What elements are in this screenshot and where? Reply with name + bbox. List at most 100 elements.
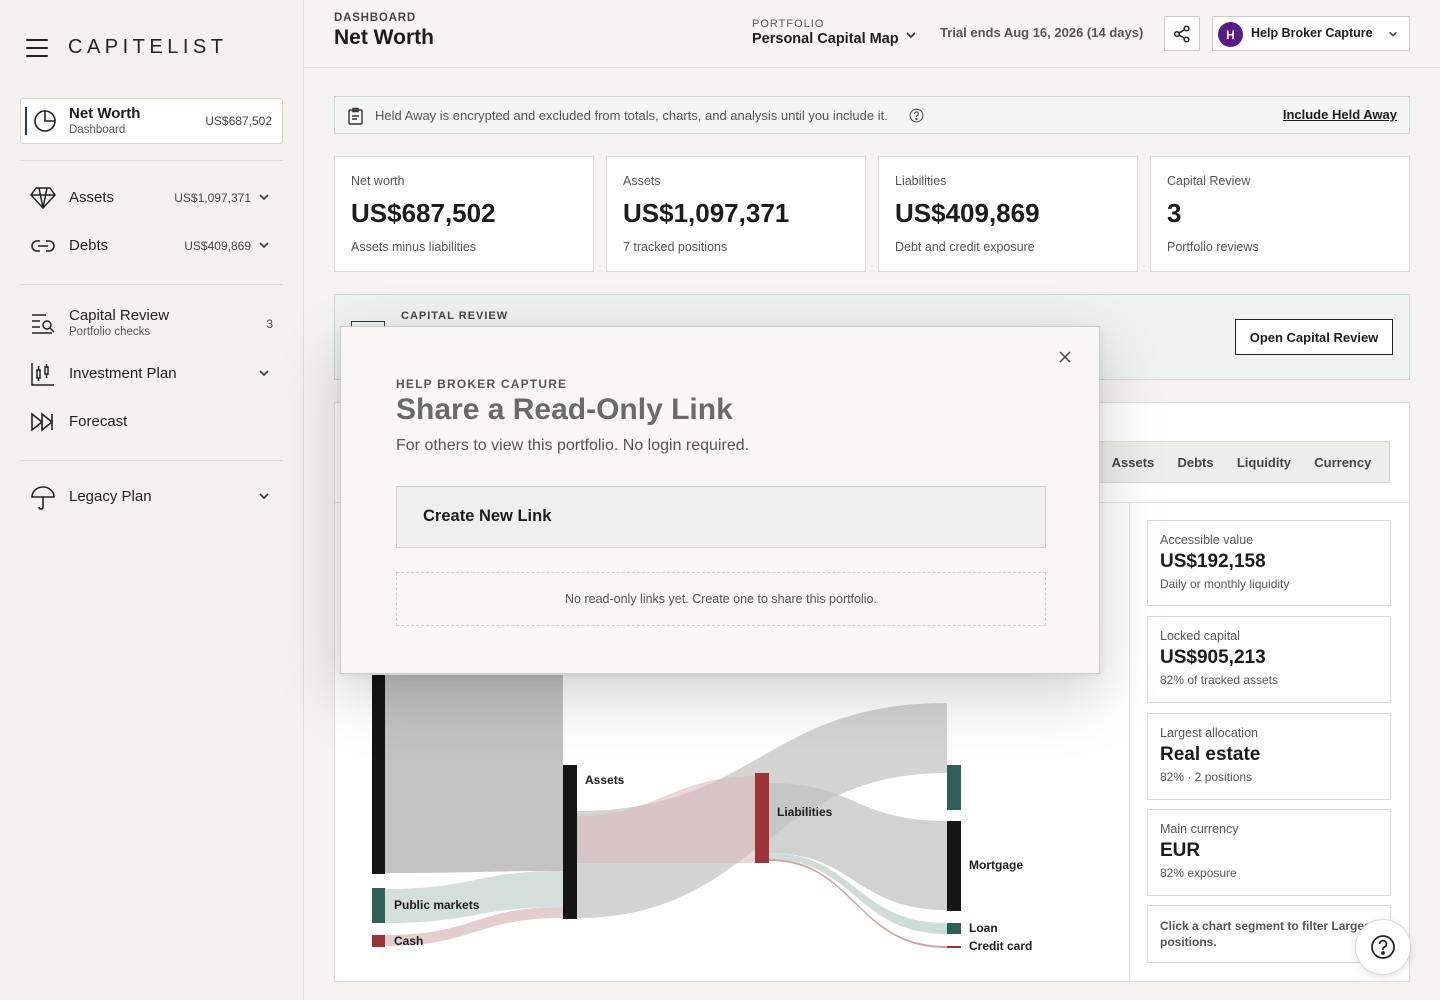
sidebar-item-label: Forecast — [69, 413, 128, 430]
node-mortgage[interactable] — [947, 821, 961, 911]
sidebar-item-label: Capital Review — [69, 307, 170, 324]
insight-label: Largest allocation — [1160, 726, 1258, 740]
share-link-modal: HELP BROKER CAPTURE Share a Read-Only Li… — [340, 326, 1100, 674]
insight-card-largest-allocation[interactable]: Largest allocation Real estate 82% · 2 p… — [1147, 713, 1391, 800]
tab-liquidity[interactable]: Liquidity — [1237, 455, 1291, 470]
divider — [1129, 503, 1130, 983]
include-held-away-link[interactable]: Include Held Away — [1283, 107, 1397, 122]
sidebar-item-debts[interactable]: Debts US$409,869 — [20, 226, 283, 266]
node-label-public-markets: Public markets — [394, 898, 480, 912]
banner-eyebrow: CAPITAL REVIEW — [401, 310, 509, 322]
insight-label: Locked capital — [1160, 629, 1240, 643]
stat-sublabel: Portfolio reviews — [1167, 240, 1259, 254]
chevron-down-icon[interactable] — [257, 489, 271, 503]
node-net-worth[interactable] — [947, 765, 961, 810]
count-badge: 3 — [266, 317, 273, 331]
sidebar-item-forecast[interactable]: Forecast — [20, 402, 283, 442]
umbrella-icon — [31, 486, 55, 510]
modal-title: Share a Read-Only Link — [396, 393, 733, 426]
divider — [20, 460, 283, 461]
help-button[interactable] — [1355, 919, 1411, 975]
node-assets[interactable] — [563, 765, 577, 919]
stat-label: Liabilities — [895, 174, 947, 188]
logo[interactable]: CAPITELIST — [68, 36, 227, 59]
sidebar-item-capital-review[interactable]: Capital Review Portfolio checks 3 — [20, 300, 283, 344]
chevron-down-icon[interactable] — [257, 190, 271, 204]
help-circle-icon[interactable] — [909, 108, 924, 123]
tab-assets[interactable]: Assets — [1112, 455, 1155, 470]
user-menu-button[interactable]: H Help Broker Capture — [1212, 16, 1410, 51]
chart-tabs: Assets Debts Liquidity Currency — [1093, 441, 1390, 483]
flow-assets-to-liabilities[interactable] — [577, 776, 755, 863]
notice-text: Held Away is encrypted and excluded from… — [375, 108, 888, 123]
stat-value: 3 — [1167, 198, 1182, 228]
open-capital-review-button[interactable]: Open Capital Review — [1235, 319, 1393, 355]
insight-card-accessible-value[interactable]: Accessible value US$192,158 Daily or mon… — [1147, 520, 1391, 606]
sidebar-item-sublabel: Dashboard — [69, 124, 126, 136]
link-icon — [31, 240, 55, 252]
node-public-markets[interactable] — [372, 888, 385, 923]
diamond-icon — [30, 187, 56, 210]
close-icon — [1059, 351, 1071, 363]
tab-currency[interactable]: Currency — [1314, 455, 1371, 470]
share-button[interactable] — [1164, 16, 1200, 51]
node-cash[interactable] — [372, 935, 385, 947]
portfolio-selector[interactable]: Personal Capital Map — [752, 31, 899, 47]
stat-sublabel: Assets minus liabilities — [351, 240, 477, 254]
sidebar-item-amount: US$1,097,371 — [174, 191, 251, 205]
stat-card-net-worth: Net worth US$687,502 Assets minus liabil… — [334, 156, 594, 272]
chevron-down-icon[interactable] — [904, 28, 918, 42]
share-icon — [1173, 24, 1190, 43]
chart-hint-card: Click a chart segment to filter Largest … — [1147, 905, 1391, 963]
close-button[interactable] — [1057, 349, 1073, 365]
clipboard-lock-icon — [348, 107, 363, 125]
held-away-notice: Held Away is encrypted and excluded from… — [334, 96, 1410, 134]
stat-value: US$687,502 — [351, 198, 496, 228]
stat-sublabel: Debt and credit exposure — [895, 240, 1035, 254]
node-liabilities[interactable] — [755, 773, 769, 863]
insight-sublabel: 82% · 2 positions — [1160, 770, 1253, 784]
trial-status: Trial ends Aug 16, 2026 (14 days) — [940, 25, 1144, 40]
node-loan[interactable] — [947, 923, 961, 934]
stat-card-capital-review: Capital Review 3 Portfolio reviews — [1150, 156, 1410, 272]
divider — [20, 160, 283, 161]
chart-hint-text: Click a chart segment to filter Largest … — [1160, 919, 1375, 949]
stat-label: Net worth — [351, 174, 405, 188]
chevron-down-icon[interactable] — [257, 238, 271, 252]
page-eyebrow: DASHBOARD — [334, 12, 416, 24]
insight-label: Accessible value — [1160, 533, 1254, 547]
insight-value: Real estate — [1160, 744, 1261, 765]
node-label-liabilities: Liabilities — [777, 805, 833, 819]
candlestick-icon — [31, 363, 54, 386]
stat-value: US$1,097,371 — [623, 198, 790, 228]
node-credit-card[interactable] — [947, 946, 961, 948]
create-new-link-button[interactable]: Create New Link — [396, 486, 1046, 548]
help-circle-icon — [1371, 935, 1395, 959]
stat-label: Capital Review — [1167, 174, 1251, 188]
sidebar-item-assets[interactable]: Assets US$1,097,371 — [20, 178, 283, 218]
insight-card-locked-capital[interactable]: Locked capital US$905,213 82% of tracked… — [1147, 616, 1391, 703]
sidebar-item-legacy-plan[interactable]: Legacy Plan — [20, 477, 283, 517]
pie-chart-icon — [34, 110, 56, 132]
sidebar-item-amount: US$409,869 — [184, 239, 251, 253]
sidebar-item-net-worth[interactable]: Net Worth Dashboard US$687,502 — [20, 98, 283, 144]
page-title: Net Worth — [334, 26, 434, 49]
node-real-estate[interactable] — [372, 675, 385, 874]
fast-forward-icon — [31, 412, 54, 432]
divider — [20, 284, 283, 285]
list-search-icon — [32, 314, 55, 334]
portfolio-eyebrow: PORTFOLIO — [752, 18, 825, 30]
menu-icon[interactable] — [26, 38, 48, 57]
sidebar-item-sublabel: Portfolio checks — [69, 326, 151, 338]
sidebar-item-investment-plan[interactable]: Investment Plan — [20, 354, 283, 394]
insight-card-main-currency[interactable]: Main currency EUR 82% exposure — [1147, 809, 1391, 896]
flow-real-estate-to-assets[interactable] — [385, 675, 563, 873]
chevron-down-icon[interactable] — [257, 366, 271, 380]
chevron-down-icon — [1389, 31, 1397, 37]
sidebar-item-label: Assets — [69, 189, 115, 206]
node-label-mortgage: Mortgage — [969, 858, 1023, 872]
tab-debts[interactable]: Debts — [1177, 455, 1213, 470]
insight-label: Main currency — [1160, 822, 1239, 836]
sidebar-item-label: Investment Plan — [69, 365, 177, 382]
create-new-link-label: Create New Link — [423, 507, 552, 525]
